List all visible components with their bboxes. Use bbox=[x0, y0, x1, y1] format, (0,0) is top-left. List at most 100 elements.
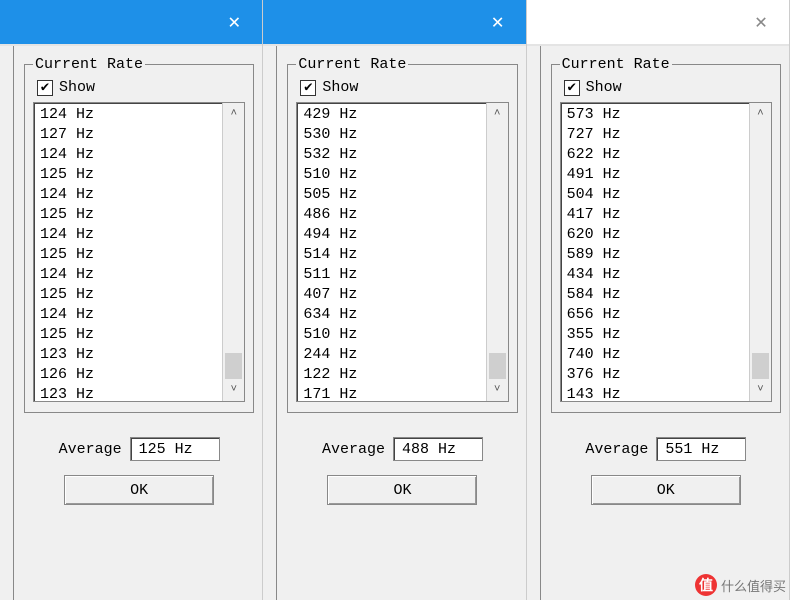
scroll-up-button[interactable]: ˄ bbox=[223, 103, 244, 125]
scrollbar[interactable]: ˄˅ bbox=[486, 103, 508, 401]
client-area: Current Rate✔Show429 Hz530 Hz532 Hz510 H… bbox=[263, 44, 525, 600]
scroll-thumb[interactable] bbox=[752, 353, 769, 379]
titlebar: ✕ bbox=[527, 0, 789, 44]
list-item[interactable]: 407 Hz bbox=[303, 285, 485, 305]
scroll-track[interactable] bbox=[750, 125, 771, 379]
list-item[interactable]: 486 Hz bbox=[303, 205, 485, 225]
list-item[interactable]: 125 Hz bbox=[40, 165, 222, 185]
list-item[interactable]: 429 Hz bbox=[303, 105, 485, 125]
close-button[interactable]: ✕ bbox=[737, 0, 785, 44]
list-item[interactable]: 589 Hz bbox=[567, 245, 749, 265]
list-item[interactable]: 634 Hz bbox=[303, 305, 485, 325]
scroll-down-button[interactable]: ˅ bbox=[487, 379, 508, 401]
left-frame-edge bbox=[527, 46, 541, 600]
titlebar: ✕ bbox=[0, 0, 262, 44]
list-item[interactable]: 123 Hz bbox=[40, 345, 222, 365]
list-item[interactable]: 125 Hz bbox=[40, 205, 222, 225]
list-item[interactable]: 510 Hz bbox=[303, 325, 485, 345]
list-item[interactable]: 125 Hz bbox=[40, 325, 222, 345]
watermark-icon: 值 bbox=[695, 574, 717, 596]
list-item[interactable]: 620 Hz bbox=[567, 225, 749, 245]
ok-button[interactable]: OK bbox=[64, 475, 214, 505]
chevron-down-icon: ˅ bbox=[757, 384, 764, 396]
list-item[interactable]: 124 Hz bbox=[40, 185, 222, 205]
list-item[interactable]: 622 Hz bbox=[567, 145, 749, 165]
show-row: ✔Show bbox=[296, 79, 508, 96]
list-item[interactable]: 123 Hz bbox=[40, 385, 222, 401]
rate-list: 573 Hz727 Hz622 Hz491 Hz504 Hz417 Hz620 … bbox=[561, 103, 749, 401]
list-item[interactable]: 530 Hz bbox=[303, 125, 485, 145]
list-item[interactable]: 584 Hz bbox=[567, 285, 749, 305]
list-item[interactable]: 511 Hz bbox=[303, 265, 485, 285]
average-row: Average488 Hz bbox=[287, 437, 517, 461]
show-label: Show bbox=[59, 79, 95, 96]
watermark-text: 什么值得买 bbox=[721, 576, 786, 595]
scroll-down-button[interactable]: ˅ bbox=[750, 379, 771, 401]
rate-listbox[interactable]: 429 Hz530 Hz532 Hz510 Hz505 Hz486 Hz494 … bbox=[296, 102, 508, 402]
list-item[interactable]: 125 Hz bbox=[40, 285, 222, 305]
list-item[interactable]: 504 Hz bbox=[567, 185, 749, 205]
list-item[interactable]: 514 Hz bbox=[303, 245, 485, 265]
scroll-track[interactable] bbox=[487, 125, 508, 379]
list-item[interactable]: 505 Hz bbox=[303, 185, 485, 205]
average-value: 488 Hz bbox=[393, 437, 483, 461]
rate-list: 124 Hz127 Hz124 Hz125 Hz124 Hz125 Hz124 … bbox=[34, 103, 222, 401]
list-item[interactable]: 656 Hz bbox=[567, 305, 749, 325]
list-item[interactable]: 417 Hz bbox=[567, 205, 749, 225]
ok-button[interactable]: OK bbox=[591, 475, 741, 505]
current-rate-group: Current Rate✔Show124 Hz127 Hz124 Hz125 H… bbox=[24, 56, 254, 413]
watermark: 值什么值得买 bbox=[695, 574, 786, 596]
rate-list: 429 Hz530 Hz532 Hz510 Hz505 Hz486 Hz494 … bbox=[297, 103, 485, 401]
scroll-up-button[interactable]: ˄ bbox=[487, 103, 508, 125]
list-item[interactable]: 143 Hz bbox=[567, 385, 749, 401]
group-label: Current Rate bbox=[33, 56, 145, 73]
ok-button[interactable]: OK bbox=[327, 475, 477, 505]
show-checkbox[interactable]: ✔ bbox=[37, 80, 53, 96]
close-button[interactable]: ✕ bbox=[474, 0, 522, 44]
rate-listbox[interactable]: 124 Hz127 Hz124 Hz125 Hz124 Hz125 Hz124 … bbox=[33, 102, 245, 402]
average-value: 125 Hz bbox=[130, 437, 220, 461]
chevron-down-icon: ˅ bbox=[494, 384, 501, 396]
rate-listbox[interactable]: 573 Hz727 Hz622 Hz491 Hz504 Hz417 Hz620 … bbox=[560, 102, 772, 402]
list-item[interactable]: 125 Hz bbox=[40, 245, 222, 265]
check-icon: ✔ bbox=[304, 79, 312, 96]
scroll-track[interactable] bbox=[223, 125, 244, 379]
list-item[interactable]: 244 Hz bbox=[303, 345, 485, 365]
list-item[interactable]: 124 Hz bbox=[40, 105, 222, 125]
show-row: ✔ Show bbox=[560, 79, 772, 96]
show-checkbox[interactable]: ✔ bbox=[564, 80, 580, 96]
chevron-up-icon: ˄ bbox=[757, 108, 764, 120]
scroll-thumb[interactable] bbox=[225, 353, 242, 379]
check-icon: ✔ bbox=[41, 79, 49, 96]
list-item[interactable]: 532 Hz bbox=[303, 145, 485, 165]
list-item[interactable]: 740 Hz bbox=[567, 345, 749, 365]
list-item[interactable]: 124 Hz bbox=[40, 305, 222, 325]
list-item[interactable]: 126 Hz bbox=[40, 365, 222, 385]
scroll-down-button[interactable]: ˅ bbox=[223, 379, 244, 401]
close-icon: ✕ bbox=[228, 9, 240, 35]
list-item[interactable]: 376 Hz bbox=[567, 365, 749, 385]
group-label: Current Rate bbox=[560, 56, 672, 73]
list-item[interactable]: 124 Hz bbox=[40, 265, 222, 285]
show-checkbox[interactable]: ✔ bbox=[300, 80, 316, 96]
scroll-thumb[interactable] bbox=[489, 353, 506, 379]
scroll-up-button[interactable]: ˄ bbox=[750, 103, 771, 125]
list-item[interactable]: 510 Hz bbox=[303, 165, 485, 185]
scrollbar[interactable]: ˄˅ bbox=[749, 103, 771, 401]
show-label: Show bbox=[586, 79, 622, 96]
list-item[interactable]: 491 Hz bbox=[567, 165, 749, 185]
list-item[interactable]: 171 Hz bbox=[303, 385, 485, 401]
list-item[interactable]: 127 Hz bbox=[40, 125, 222, 145]
close-button[interactable]: ✕ bbox=[210, 0, 258, 44]
list-item[interactable]: 122 Hz bbox=[303, 365, 485, 385]
dialog-panel: ✕ Current Rate ✔ Show 573 Hz727 Hz622 Hz491 … bbox=[527, 0, 790, 600]
list-item[interactable]: 124 Hz bbox=[40, 225, 222, 245]
list-item[interactable]: 355 Hz bbox=[567, 325, 749, 345]
show-row: ✔ Show bbox=[33, 79, 245, 96]
list-item[interactable]: 124 Hz bbox=[40, 145, 222, 165]
list-item[interactable]: 573 Hz bbox=[567, 105, 749, 125]
list-item[interactable]: 494 Hz bbox=[303, 225, 485, 245]
list-item[interactable]: 727 Hz bbox=[567, 125, 749, 145]
list-item[interactable]: 434 Hz bbox=[567, 265, 749, 285]
scrollbar[interactable]: ˄˅ bbox=[222, 103, 244, 401]
